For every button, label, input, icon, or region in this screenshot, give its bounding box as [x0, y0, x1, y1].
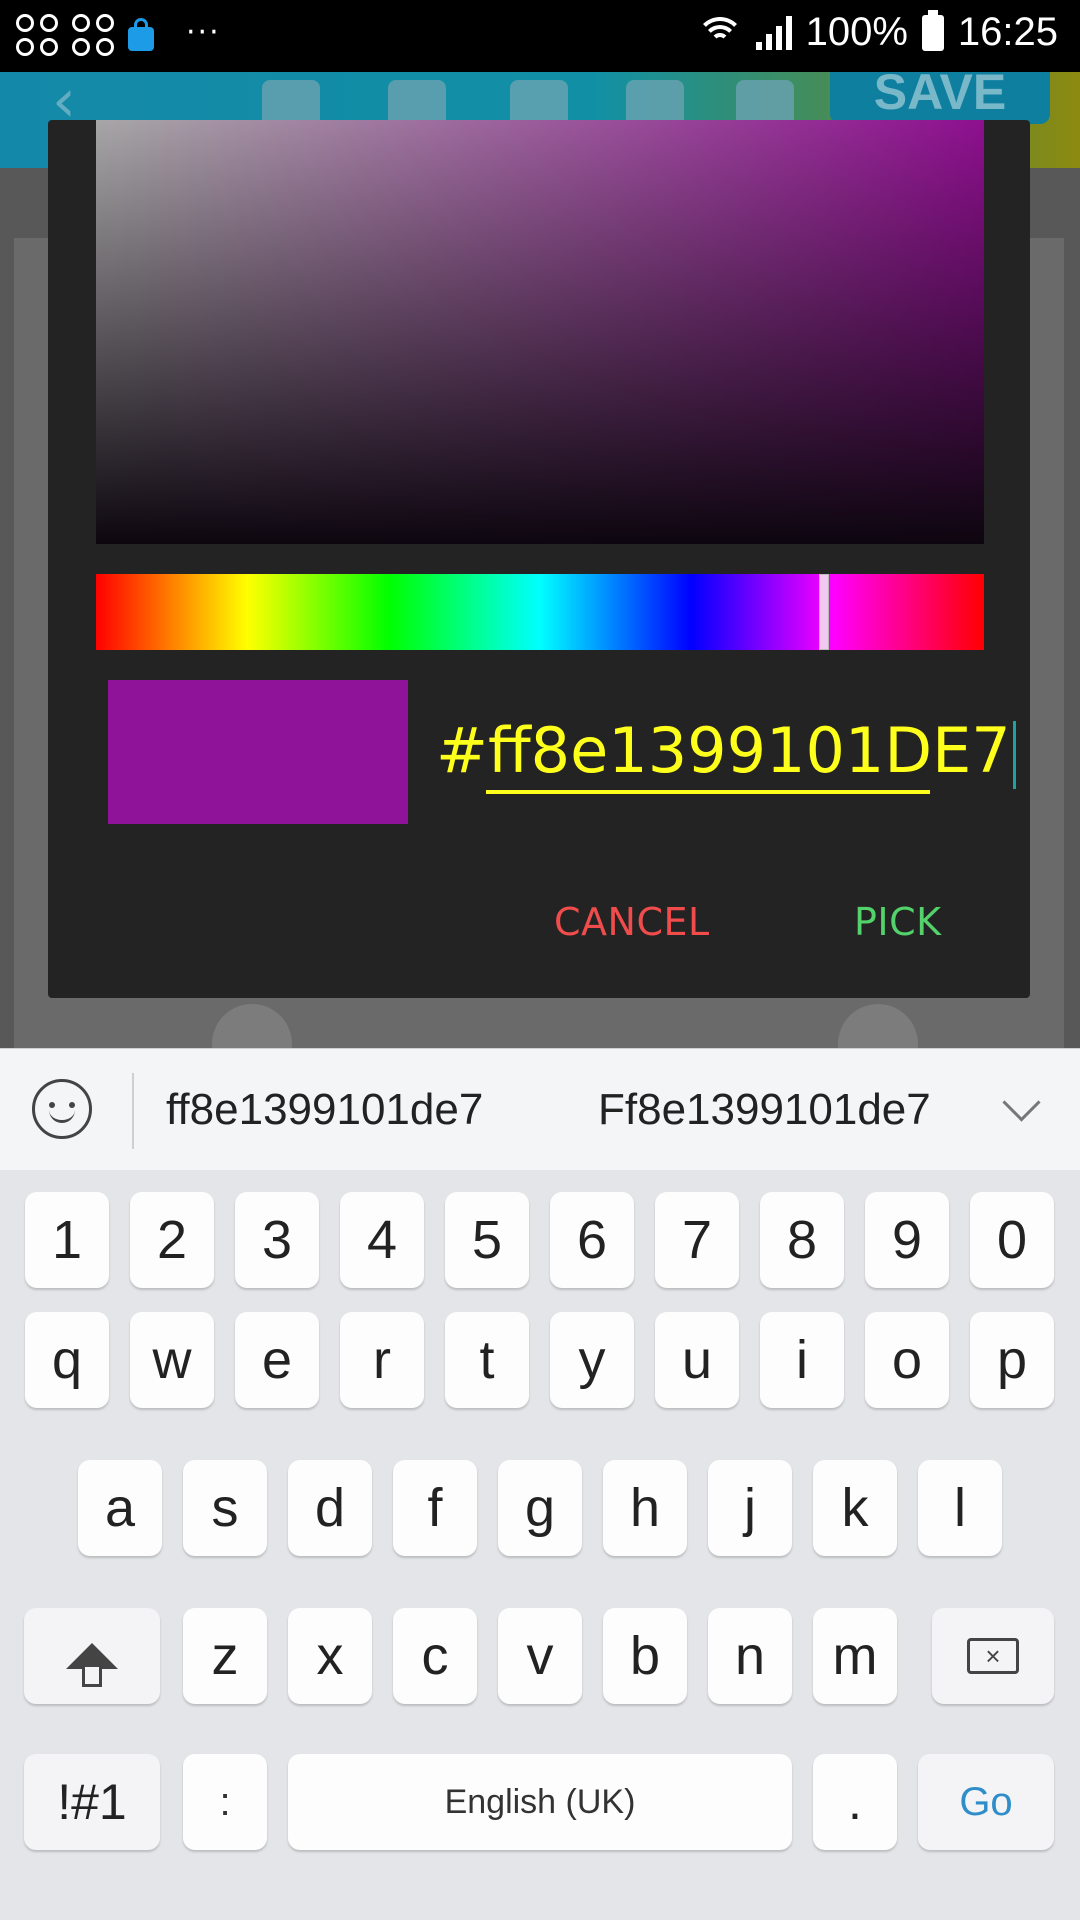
signal-icon	[755, 15, 792, 50]
colon-key[interactable]: :	[183, 1754, 267, 1850]
hue-slider-handle[interactable]	[819, 574, 830, 650]
key-k[interactable]: k	[813, 1460, 897, 1556]
battery-percent: 100%	[805, 10, 908, 54]
hex-input-underline	[486, 790, 930, 794]
hex-color-input[interactable]: #ff8e1399101DE7	[436, 710, 1016, 800]
key-7[interactable]: 7	[655, 1192, 739, 1288]
key-e[interactable]: e	[235, 1312, 319, 1408]
color-preview-swatch	[108, 680, 408, 824]
key-q[interactable]: q	[25, 1312, 109, 1408]
suggestion-2[interactable]: Ff8e1399101de7	[598, 1085, 931, 1135]
soft-keyboard: × 1 2 3 4 5 6 7 8 9 0 q w e r t y u i o p a s d f g h j k l z x c v b n m !#…	[0, 1170, 1080, 1920]
key-x[interactable]: x	[288, 1608, 372, 1704]
chevron-down-icon[interactable]	[1002, 1083, 1041, 1122]
space-key[interactable]: English (UK)	[288, 1754, 792, 1850]
shopping-bag-icon	[128, 18, 154, 51]
key-2[interactable]: 2	[130, 1192, 214, 1288]
key-9[interactable]: 9	[865, 1192, 949, 1288]
wifi-icon	[697, 15, 742, 51]
key-c[interactable]: c	[393, 1608, 477, 1704]
color-picker-dialog: #ff8e1399101DE7 CANCEL PICK	[48, 120, 1030, 998]
key-t[interactable]: t	[445, 1312, 529, 1408]
key-l[interactable]: l	[918, 1460, 1002, 1556]
save-button[interactable]: SAVE	[830, 67, 1050, 124]
key-o[interactable]: o	[865, 1312, 949, 1408]
emoji-icon[interactable]	[32, 1079, 92, 1139]
key-8[interactable]: 8	[760, 1192, 844, 1288]
key-1[interactable]: 1	[25, 1192, 109, 1288]
text-caret	[1012, 720, 1016, 789]
symbols-key[interactable]: !#1	[24, 1754, 160, 1850]
hue-slider[interactable]	[96, 574, 984, 650]
hex-value-text[interactable]: #ff8e1399101DE7	[436, 714, 1016, 789]
key-m[interactable]: m	[813, 1608, 897, 1704]
back-icon[interactable]: ‹	[52, 66, 110, 136]
key-3[interactable]: 3	[235, 1192, 319, 1288]
key-v[interactable]: v	[498, 1608, 582, 1704]
key-y[interactable]: y	[550, 1312, 634, 1408]
go-key[interactable]: Go	[918, 1754, 1054, 1850]
battery-icon	[921, 9, 944, 51]
key-a[interactable]: a	[78, 1460, 162, 1556]
key-w[interactable]: w	[130, 1312, 214, 1408]
key-d[interactable]: d	[288, 1460, 372, 1556]
shift-icon	[66, 1643, 118, 1687]
app-icon	[16, 14, 58, 56]
more-dots-icon: ···	[186, 14, 221, 50]
key-j[interactable]: j	[708, 1460, 792, 1556]
key-p[interactable]: p	[970, 1312, 1054, 1408]
key-4[interactable]: 4	[340, 1192, 424, 1288]
keyboard-suggestion-bar: ff8e1399101de7 Ff8e1399101de7	[0, 1048, 1080, 1170]
key-b[interactable]: b	[603, 1608, 687, 1704]
system-status: 100% 16:25	[697, 9, 1058, 55]
status-bar: ··· 100% 16:25	[0, 0, 1080, 72]
key-5[interactable]: 5	[445, 1192, 529, 1288]
shift-key[interactable]	[24, 1608, 160, 1704]
period-key[interactable]: .	[813, 1754, 897, 1850]
backspace-key[interactable]: ×	[932, 1608, 1054, 1704]
notification-icons: ···	[16, 14, 221, 56]
key-0[interactable]: 0	[970, 1192, 1054, 1288]
backspace-icon: ×	[967, 1638, 1019, 1674]
divider	[132, 1073, 134, 1149]
cancel-button[interactable]: CANCEL	[554, 900, 710, 944]
key-h[interactable]: h	[603, 1460, 687, 1556]
key-f[interactable]: f	[393, 1460, 477, 1556]
key-i[interactable]: i	[760, 1312, 844, 1408]
key-6[interactable]: 6	[550, 1192, 634, 1288]
key-g[interactable]: g	[498, 1460, 582, 1556]
key-s[interactable]: s	[183, 1460, 267, 1556]
clock: 16:25	[957, 10, 1058, 54]
key-n[interactable]: n	[708, 1608, 792, 1704]
key-r[interactable]: r	[340, 1312, 424, 1408]
pick-button[interactable]: PICK	[854, 900, 942, 944]
app-icon	[72, 14, 114, 56]
key-z[interactable]: z	[183, 1608, 267, 1704]
suggestion-1[interactable]: ff8e1399101de7	[166, 1085, 483, 1135]
key-u[interactable]: u	[655, 1312, 739, 1408]
saturation-value-picker[interactable]	[96, 120, 984, 544]
